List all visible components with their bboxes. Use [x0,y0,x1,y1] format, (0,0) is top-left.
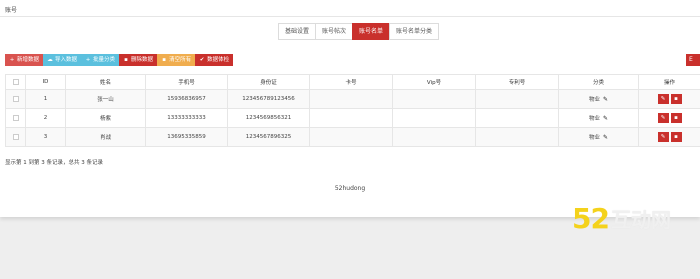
pencil-icon[interactable]: ✎ [603,134,608,141]
batch-category-button[interactable]: + 批量分类 [81,54,120,66]
cell-idcard: 123456789123456 [227,89,310,109]
tab-account-batch[interactable]: 账号帖次 [315,23,354,40]
tab-basic-settings[interactable]: 基础设置 [278,23,317,40]
col-patent[interactable]: 专利号 [475,74,559,90]
delete-data-label: 删除数据 [131,57,154,63]
select-all-checkbox[interactable] [12,78,19,85]
cell-phone: 13695335859 [145,127,228,147]
cell-name: 肖战 [65,127,146,147]
cell-actions: ✎ ▪ [638,127,700,147]
watermark-text: 互动网 [610,208,671,232]
pencil-icon[interactable]: ✎ [603,96,608,103]
watermark-logo: 52 互动网 [572,205,671,233]
col-card[interactable]: 卡号 [309,74,393,90]
tab-account-list[interactable]: 账号名单 [352,23,391,40]
cell-patent [475,89,559,109]
header-divider [0,16,700,17]
row-checkbox[interactable] [12,114,19,121]
center-note: 52hudong [334,185,366,192]
col-name[interactable]: 姓名 [65,74,146,90]
table-row: 2 杨紫 13333333333 1234569856321 物业 ✎ ✎ ▪ [5,108,700,128]
data-inspect-button[interactable]: ✔ 数据体检 [195,54,234,66]
row-select-cell [5,127,26,147]
cell-phone: 13333333333 [145,108,228,128]
col-actions: 操作 [638,74,700,90]
cell-idcard: 1234569856321 [227,108,310,128]
cell-name: 张一山 [65,89,146,109]
cloud-upload-icon: ☁ [47,57,53,63]
cell-actions: ✎ ▪ [638,89,700,109]
cell-patent [475,127,559,147]
cell-idcard: 1234567896325 [227,127,310,147]
cell-vip [392,127,476,147]
row-checkbox[interactable] [12,133,19,140]
cell-name: 杨紫 [65,108,146,128]
edit-button[interactable]: ✎ [657,94,669,104]
cell-id: 2 [25,108,66,128]
batch-category-label: 批量分类 [93,57,116,63]
cell-patent [475,108,559,128]
cell-id: 1 [25,89,66,109]
cell-card [309,89,393,109]
table-row: 3 肖战 13695335859 1234567896325 物业 ✎ ✎ ▪ [5,127,700,147]
pencil-icon[interactable]: ✎ [603,115,608,122]
tab-account-list-category[interactable]: 账号名单分类 [389,23,440,40]
cell-phone: 15936836957 [145,89,228,109]
plus-icon: + [9,57,15,63]
page-title: 账号 [5,7,18,14]
add-data-label: 新增数据 [17,57,40,63]
row-select-cell [5,108,26,128]
right-action-button[interactable]: E [686,54,700,66]
col-phone[interactable]: 手机号 [145,74,228,90]
clear-all-button[interactable]: ▪ 清空所有 [157,54,196,66]
edit-button[interactable]: ✎ [657,113,669,123]
delete-button[interactable]: ▪ [670,94,682,104]
cell-id: 3 [25,127,66,147]
col-id[interactable]: ID [25,74,66,90]
watermark-number: 52 [572,202,610,235]
cell-card [309,108,393,128]
category-label: 物业 [588,97,600,103]
cell-card [309,127,393,147]
cell-category: 物业 ✎ [558,127,639,147]
pagination-summary: 显示第 1 到第 3 条记录，总共 3 条记录 [5,160,103,166]
table-header-row: ID 姓名 手机号 身份证 卡号 Vip号 专利号 分类 操作 [5,74,700,90]
cell-category: 物业 ✎ [558,89,639,109]
trash-icon: ▪ [124,57,128,63]
plus-icon: + [85,57,91,63]
trash-icon: ▪ [162,57,166,63]
check-circle-icon: ✔ [199,57,205,63]
category-label: 物业 [588,116,600,122]
toolbar: + 新增数据 ☁ 导入数据 + 批量分类 ▪ 删除数据 ▪ 清空所有 ✔ 数据体… [5,54,234,66]
category-label: 物业 [588,135,600,141]
tab-bar: 基础设置 账号帖次 账号名单 账号名单分类 [278,23,440,40]
delete-data-button[interactable]: ▪ 删除数据 [119,54,158,66]
col-category[interactable]: 分类 [558,74,639,90]
cell-actions: ✎ ▪ [638,108,700,128]
delete-button[interactable]: ▪ [670,113,682,123]
main-panel: 账号 基础设置 账号帖次 账号名单 账号名单分类 + 新增数据 ☁ 导入数据 +… [0,0,700,217]
clear-all-label: 清空所有 [169,57,192,63]
data-inspect-label: 数据体检 [207,57,230,63]
cell-category: 物业 ✎ [558,108,639,128]
delete-button[interactable]: ▪ [670,132,682,142]
col-idcard[interactable]: 身份证 [227,74,310,90]
edit-button[interactable]: ✎ [657,132,669,142]
cell-vip [392,108,476,128]
select-all-cell [5,74,26,90]
add-data-button[interactable]: + 新增数据 [5,54,44,66]
row-checkbox[interactable] [12,95,19,102]
import-data-button[interactable]: ☁ 导入数据 [43,54,82,66]
cell-vip [392,89,476,109]
account-table: ID 姓名 手机号 身份证 卡号 Vip号 专利号 分类 操作 1 张一山 15… [5,74,700,147]
import-data-label: 导入数据 [55,57,78,63]
col-vip[interactable]: Vip号 [392,74,476,90]
table-row: 1 张一山 15936836957 123456789123456 物业 ✎ ✎ ▪ [5,89,700,109]
row-select-cell [5,89,26,109]
